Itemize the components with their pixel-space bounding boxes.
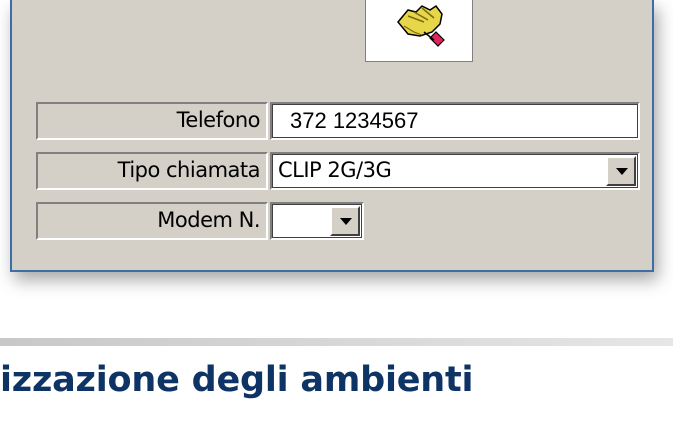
hand-action-button[interactable] (365, 0, 473, 62)
tipo-chiamata-label: Tipo chiamata (36, 152, 268, 190)
dialog-window: Telefono 372 1234567 Tipo chiamata CLIP … (10, 0, 654, 272)
chevron-down-icon[interactable] (330, 206, 360, 236)
modem-label: Modem N. (36, 202, 268, 240)
telefono-label: Telefono (36, 102, 268, 140)
telefono-value: 372 1234567 (290, 108, 419, 133)
section-heading: izzazione degli ambienti (0, 360, 474, 400)
chevron-down-icon[interactable] (606, 156, 636, 186)
hand-pointer-icon (397, 4, 445, 47)
modem-select[interactable] (270, 202, 364, 240)
tipo-chiamata-value: CLIP 2G/3G (278, 158, 392, 182)
telefono-field[interactable]: 372 1234567 (270, 102, 640, 140)
dialog-screenshot: Telefono 372 1234567 Tipo chiamata CLIP … (0, 0, 673, 300)
section-divider (0, 338, 673, 346)
tipo-chiamata-select[interactable]: CLIP 2G/3G (270, 152, 640, 190)
